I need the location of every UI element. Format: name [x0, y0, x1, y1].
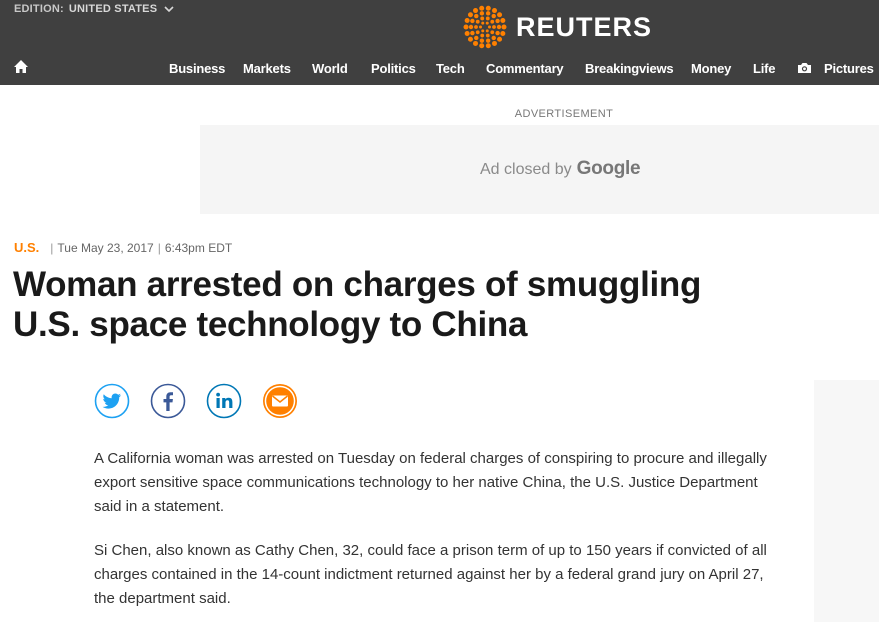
- share-twitter-button[interactable]: [94, 383, 130, 419]
- share-facebook-button[interactable]: [150, 383, 186, 419]
- logo-dot: [479, 5, 485, 11]
- logo-dot: [464, 31, 470, 36]
- logo-dot: [475, 19, 480, 24]
- nav-politics[interactable]: Politics: [371, 61, 416, 76]
- camera-icon[interactable]: [797, 62, 812, 74]
- logo-dot: [495, 18, 500, 24]
- logo-dot: [475, 30, 480, 35]
- google-logo: Google: [576, 158, 641, 179]
- article-date: Tue May 23, 2017: [57, 240, 154, 255]
- nav-markets[interactable]: Markets: [243, 61, 291, 76]
- logo-dot: [490, 19, 495, 24]
- logo-dot: [463, 24, 469, 30]
- reuters-logo[interactable]: REUTERS: [462, 4, 652, 50]
- logo-dot: [485, 21, 489, 25]
- nav-pictures[interactable]: Pictures: [824, 61, 874, 76]
- logo-dot: [473, 8, 478, 14]
- logo-dot: [485, 38, 491, 43]
- logo-dot: [480, 33, 485, 38]
- logo-dot: [485, 33, 490, 38]
- chevron-down-icon: [164, 5, 174, 12]
- nav-life[interactable]: Life: [753, 61, 776, 76]
- article-headline: Woman arrested on charges of smuggling U…: [13, 265, 702, 344]
- logo-dot: [490, 30, 495, 35]
- linkedin-icon: [206, 383, 242, 419]
- logo-dot: [485, 43, 491, 49]
- logo-dot: [492, 25, 496, 29]
- logo-dot: [492, 40, 497, 46]
- logo-dot: [485, 11, 491, 16]
- nav-world[interactable]: World: [312, 61, 348, 76]
- home-icon[interactable]: [13, 59, 29, 74]
- logo-dot: [480, 16, 485, 21]
- logo-dot: [491, 13, 496, 19]
- logo-dot: [485, 16, 490, 21]
- logo-dot: [481, 29, 485, 33]
- logo-dot: [474, 25, 478, 29]
- article-paragraph: Si Chen, also known as Cathy Chen, 32, c…: [94, 542, 767, 607]
- logo-dot: [481, 21, 485, 25]
- nav-tech[interactable]: Tech: [436, 61, 465, 76]
- advertisement-label: ADVERTISEMENT: [514, 108, 614, 120]
- meta-divider: |: [157, 240, 161, 255]
- article-time: 6:43pm EDT: [164, 240, 233, 255]
- logo-dot: [496, 24, 502, 30]
- logo-dot: [479, 38, 485, 43]
- edition-value: UNITED STATES: [68, 3, 158, 15]
- logo-dot: [495, 30, 500, 36]
- share-linkedin-button[interactable]: [206, 383, 242, 419]
- meta-divider: |: [50, 240, 54, 255]
- twitter-icon: [94, 383, 130, 419]
- nav-breakingviews[interactable]: Breakingviews: [585, 61, 674, 76]
- logo-dot: [485, 29, 489, 33]
- brand-name: REUTERS: [516, 11, 653, 42]
- logo-dot: [491, 35, 496, 41]
- logo-dot: [479, 25, 482, 29]
- logo-dot: [500, 18, 506, 23]
- logo-dot: [474, 35, 479, 41]
- logo-dot: [492, 8, 497, 14]
- article-meta: U.S. | Tue May 23, 2017 | 6:43pm EDT: [14, 240, 232, 255]
- email-icon: [263, 384, 297, 418]
- edition-selector[interactable]: EDITION: UNITED STATES: [14, 3, 174, 15]
- ad-closed-notice: Ad closed by Google: [480, 158, 641, 180]
- logo-dot: [473, 40, 478, 46]
- article-paragraph: A California woman was arrested on Tuesd…: [94, 450, 767, 515]
- logo-dot: [468, 24, 474, 30]
- right-rail: [814, 380, 879, 622]
- nav-business[interactable]: Business: [169, 61, 225, 76]
- logo-dot: [485, 5, 491, 11]
- facebook-icon: [150, 383, 186, 419]
- reuters-logo-icon: [463, 5, 507, 49]
- logo-dot: [497, 36, 503, 42]
- logo-dot: [467, 12, 473, 18]
- logo-dot: [497, 12, 503, 18]
- share-email-button[interactable]: [262, 383, 298, 419]
- logo-dot: [500, 31, 506, 36]
- logo-dot: [470, 30, 475, 36]
- nav-money[interactable]: Money: [691, 61, 731, 76]
- logo-dot: [470, 18, 475, 24]
- section-link[interactable]: U.S.: [14, 240, 39, 255]
- logo-dot: [467, 36, 473, 42]
- logo-dot: [479, 11, 485, 16]
- site-header: EDITION: UNITED STATES REUTERS Business …: [0, 0, 879, 85]
- nav-commentary[interactable]: Commentary: [486, 61, 564, 76]
- ad-closed-text: Ad closed by: [480, 161, 572, 178]
- logo-dot: [488, 25, 491, 29]
- logo-dot: [474, 13, 479, 19]
- edition-label: EDITION:: [14, 3, 64, 15]
- logo-dot: [464, 18, 470, 23]
- logo-dot: [501, 24, 507, 30]
- logo-dot: [479, 43, 485, 49]
- main-nav: Business Markets World Politics Tech Com…: [0, 54, 879, 85]
